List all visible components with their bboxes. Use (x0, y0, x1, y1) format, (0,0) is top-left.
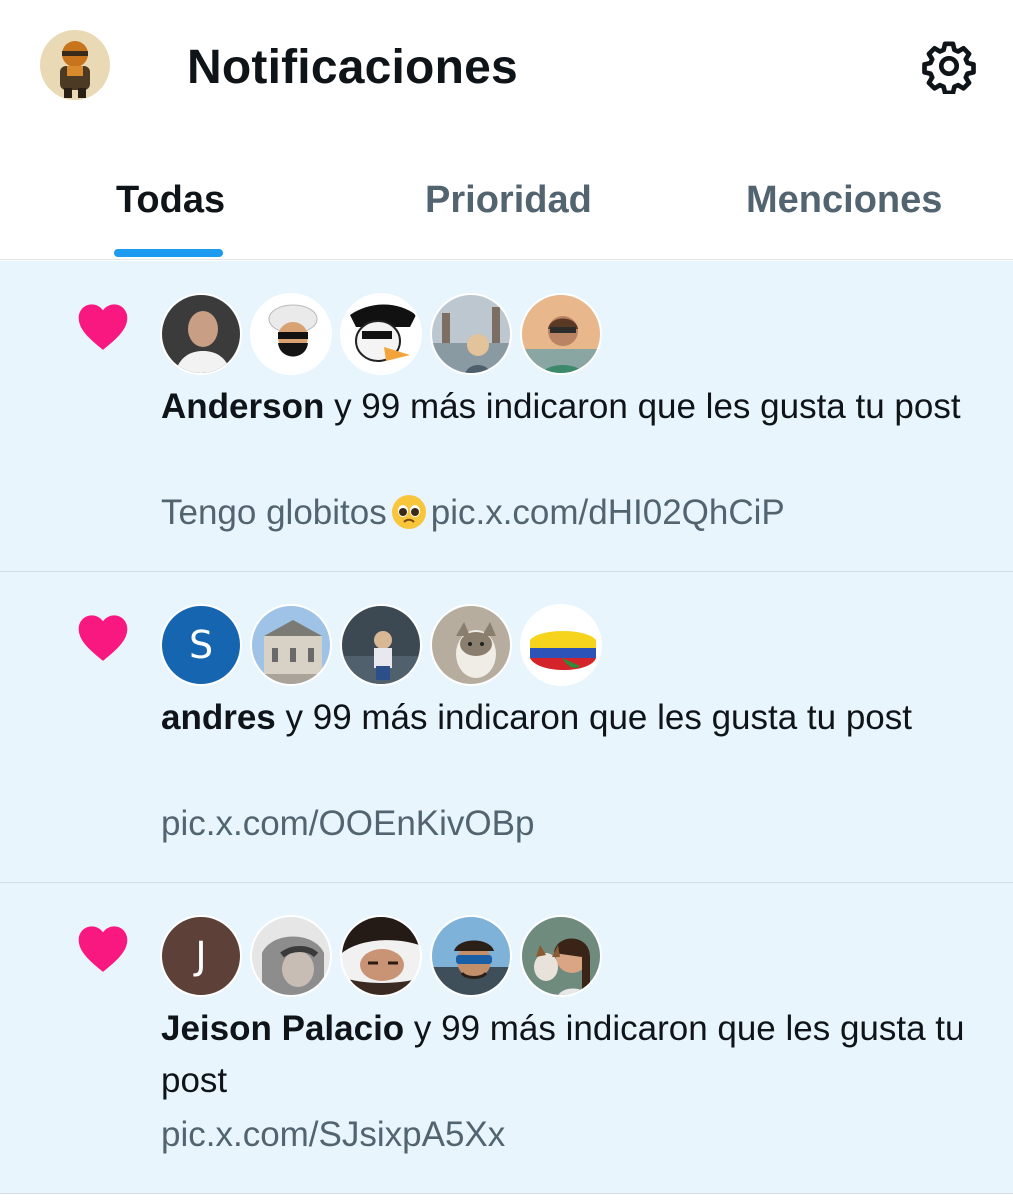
avatar[interactable]: S (160, 604, 242, 686)
avatar[interactable] (520, 915, 602, 997)
post-link[interactable]: pic.x.com/SJsixpA5Xx (161, 1115, 505, 1154)
post-preview[interactable]: Tengo globitos pic.x.com/dHI02QhCiP (161, 487, 785, 545)
avatar[interactable] (340, 293, 422, 375)
user-name[interactable]: Jeison Palacio (161, 1009, 404, 1048)
notification-item[interactable]: S andres y 99 más indicaron que les gust… (0, 572, 1013, 883)
tab-prioridad[interactable]: Prioridad (425, 176, 592, 224)
avatar[interactable] (430, 604, 512, 686)
notification-text: Jeison Palacio y 99 más indicaron que le… (161, 1003, 991, 1107)
avatar[interactable] (160, 293, 242, 375)
avatar[interactable] (250, 604, 332, 686)
action-text: y 99 más indicaron que les gusta tu post (324, 387, 961, 426)
heart-icon (78, 304, 128, 350)
avatar-letter: S (188, 623, 214, 667)
user-name[interactable]: Anderson (161, 387, 324, 426)
avatar[interactable] (340, 915, 422, 997)
pleading-face-emoji (391, 493, 427, 545)
avatar[interactable] (430, 293, 512, 375)
tab-menciones[interactable]: Menciones (746, 176, 942, 224)
top-bar: Notificaciones (0, 0, 1013, 140)
post-preview[interactable]: pic.x.com/SJsixpA5Xx (161, 1109, 505, 1161)
profile-avatar[interactable] (40, 30, 110, 100)
avatar[interactable]: J (160, 915, 242, 997)
settings-button[interactable] (919, 36, 979, 96)
avatar[interactable] (250, 293, 332, 375)
post-preview[interactable]: pic.x.com/OOEnKivOBp (161, 798, 534, 850)
post-link[interactable]: pic.x.com/dHI02QhCiP (431, 493, 785, 532)
notification-tabs: Todas Prioridad Menciones (0, 140, 1013, 260)
gear-icon (922, 41, 976, 94)
user-name[interactable]: andres (161, 698, 276, 737)
post-text: Tengo globitos (161, 493, 387, 532)
action-text: y 99 más indicaron que les gusta tu post (275, 698, 913, 737)
active-tab-indicator (114, 249, 223, 257)
notification-text: andres y 99 más indicaron que les gusta … (161, 692, 991, 744)
avatar[interactable] (250, 915, 332, 997)
notification-item[interactable]: J Jeison Palacio y 99 más indicaron que … (0, 883, 1013, 1194)
notification-text: Anderson y 99 más indicaron que les gust… (161, 381, 991, 433)
avatar[interactable] (520, 604, 602, 686)
avatar[interactable] (520, 293, 602, 375)
page-title: Notificaciones (187, 41, 518, 94)
heart-icon (78, 615, 128, 661)
tab-todas[interactable]: Todas (116, 176, 225, 224)
heart-icon (78, 926, 128, 972)
avatar[interactable] (430, 915, 512, 997)
avatar[interactable] (340, 604, 422, 686)
post-link[interactable]: pic.x.com/OOEnKivOBp (161, 804, 534, 843)
notification-item[interactable]: Anderson y 99 más indicaron que les gust… (0, 261, 1013, 572)
avatar-letter: J (195, 934, 207, 978)
